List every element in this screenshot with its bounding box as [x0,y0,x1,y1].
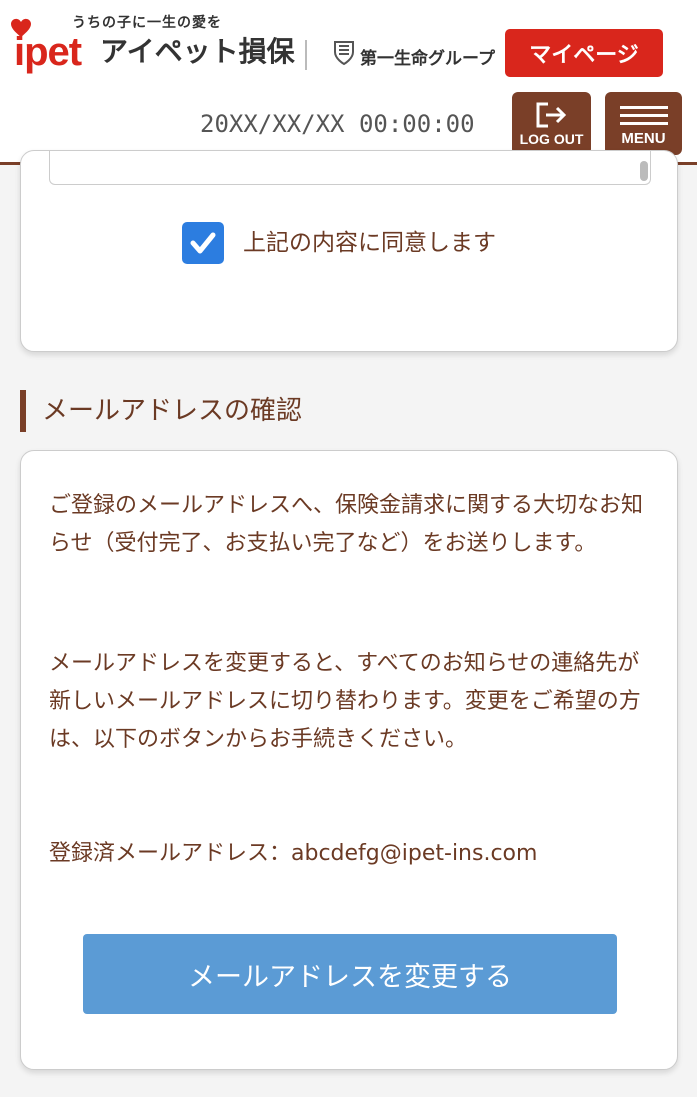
section-heading-email: メールアドレスの確認 [20,390,302,432]
agree-label[interactable]: 上記の内容に同意します [243,223,496,257]
logout-button[interactable]: LOG OUT [512,92,591,155]
email-notice-text: ご登録のメールアドレスへ、保険金請求に関する大切なお知らせ（受付完了、お支払い完… [49,493,644,556]
checkmark-icon [190,232,216,254]
logo-tagline: うちの子に一生の愛を [72,15,222,31]
terms-agreement-card: 上記の内容に同意します [20,150,678,352]
logo-company-name: アイペット損保 [100,35,295,68]
change-email-button[interactable]: メールアドレスを変更する [83,934,617,1014]
logo-brand[interactable]: ipet [14,30,82,74]
menu-label: MENU [621,129,666,147]
menu-button[interactable]: MENU [605,92,682,155]
site-header: うちの子に一生の愛を ipet アイペット損保 第一生命グループ マイページ 2… [0,0,697,165]
email-change-notice-text: メールアドレスを変更すると、すべてのお知らせの連絡先が新しいメールアドレスに切り… [49,651,641,752]
group-name: 第一生命グループ [360,49,495,69]
logout-arrow-icon [536,102,566,127]
terms-scrollbar[interactable] [640,161,648,181]
dai-ichi-shield-icon [334,41,354,66]
registered-email-row: 登録済メールアドレス：abcdefg@ipet-ins.com [49,835,651,873]
hamburger-icon [619,101,668,130]
current-datetime: 20XX/XX/XX 00:00:00 [200,110,475,138]
logout-label: LOG OUT [519,130,584,147]
mypage-button[interactable]: マイページ [505,29,663,77]
registered-email-value: abcdefg@ipet-ins.com [291,841,538,866]
terms-text-box[interactable] [49,151,651,185]
logo-divider [305,40,307,70]
agree-checkbox[interactable] [182,222,224,264]
registered-email-label: 登録済メールアドレス： [49,841,292,866]
email-confirm-card: ご登録のメールアドレスへ、保険金請求に関する大切なお知らせ（受付完了、お支払い完… [20,450,678,1070]
